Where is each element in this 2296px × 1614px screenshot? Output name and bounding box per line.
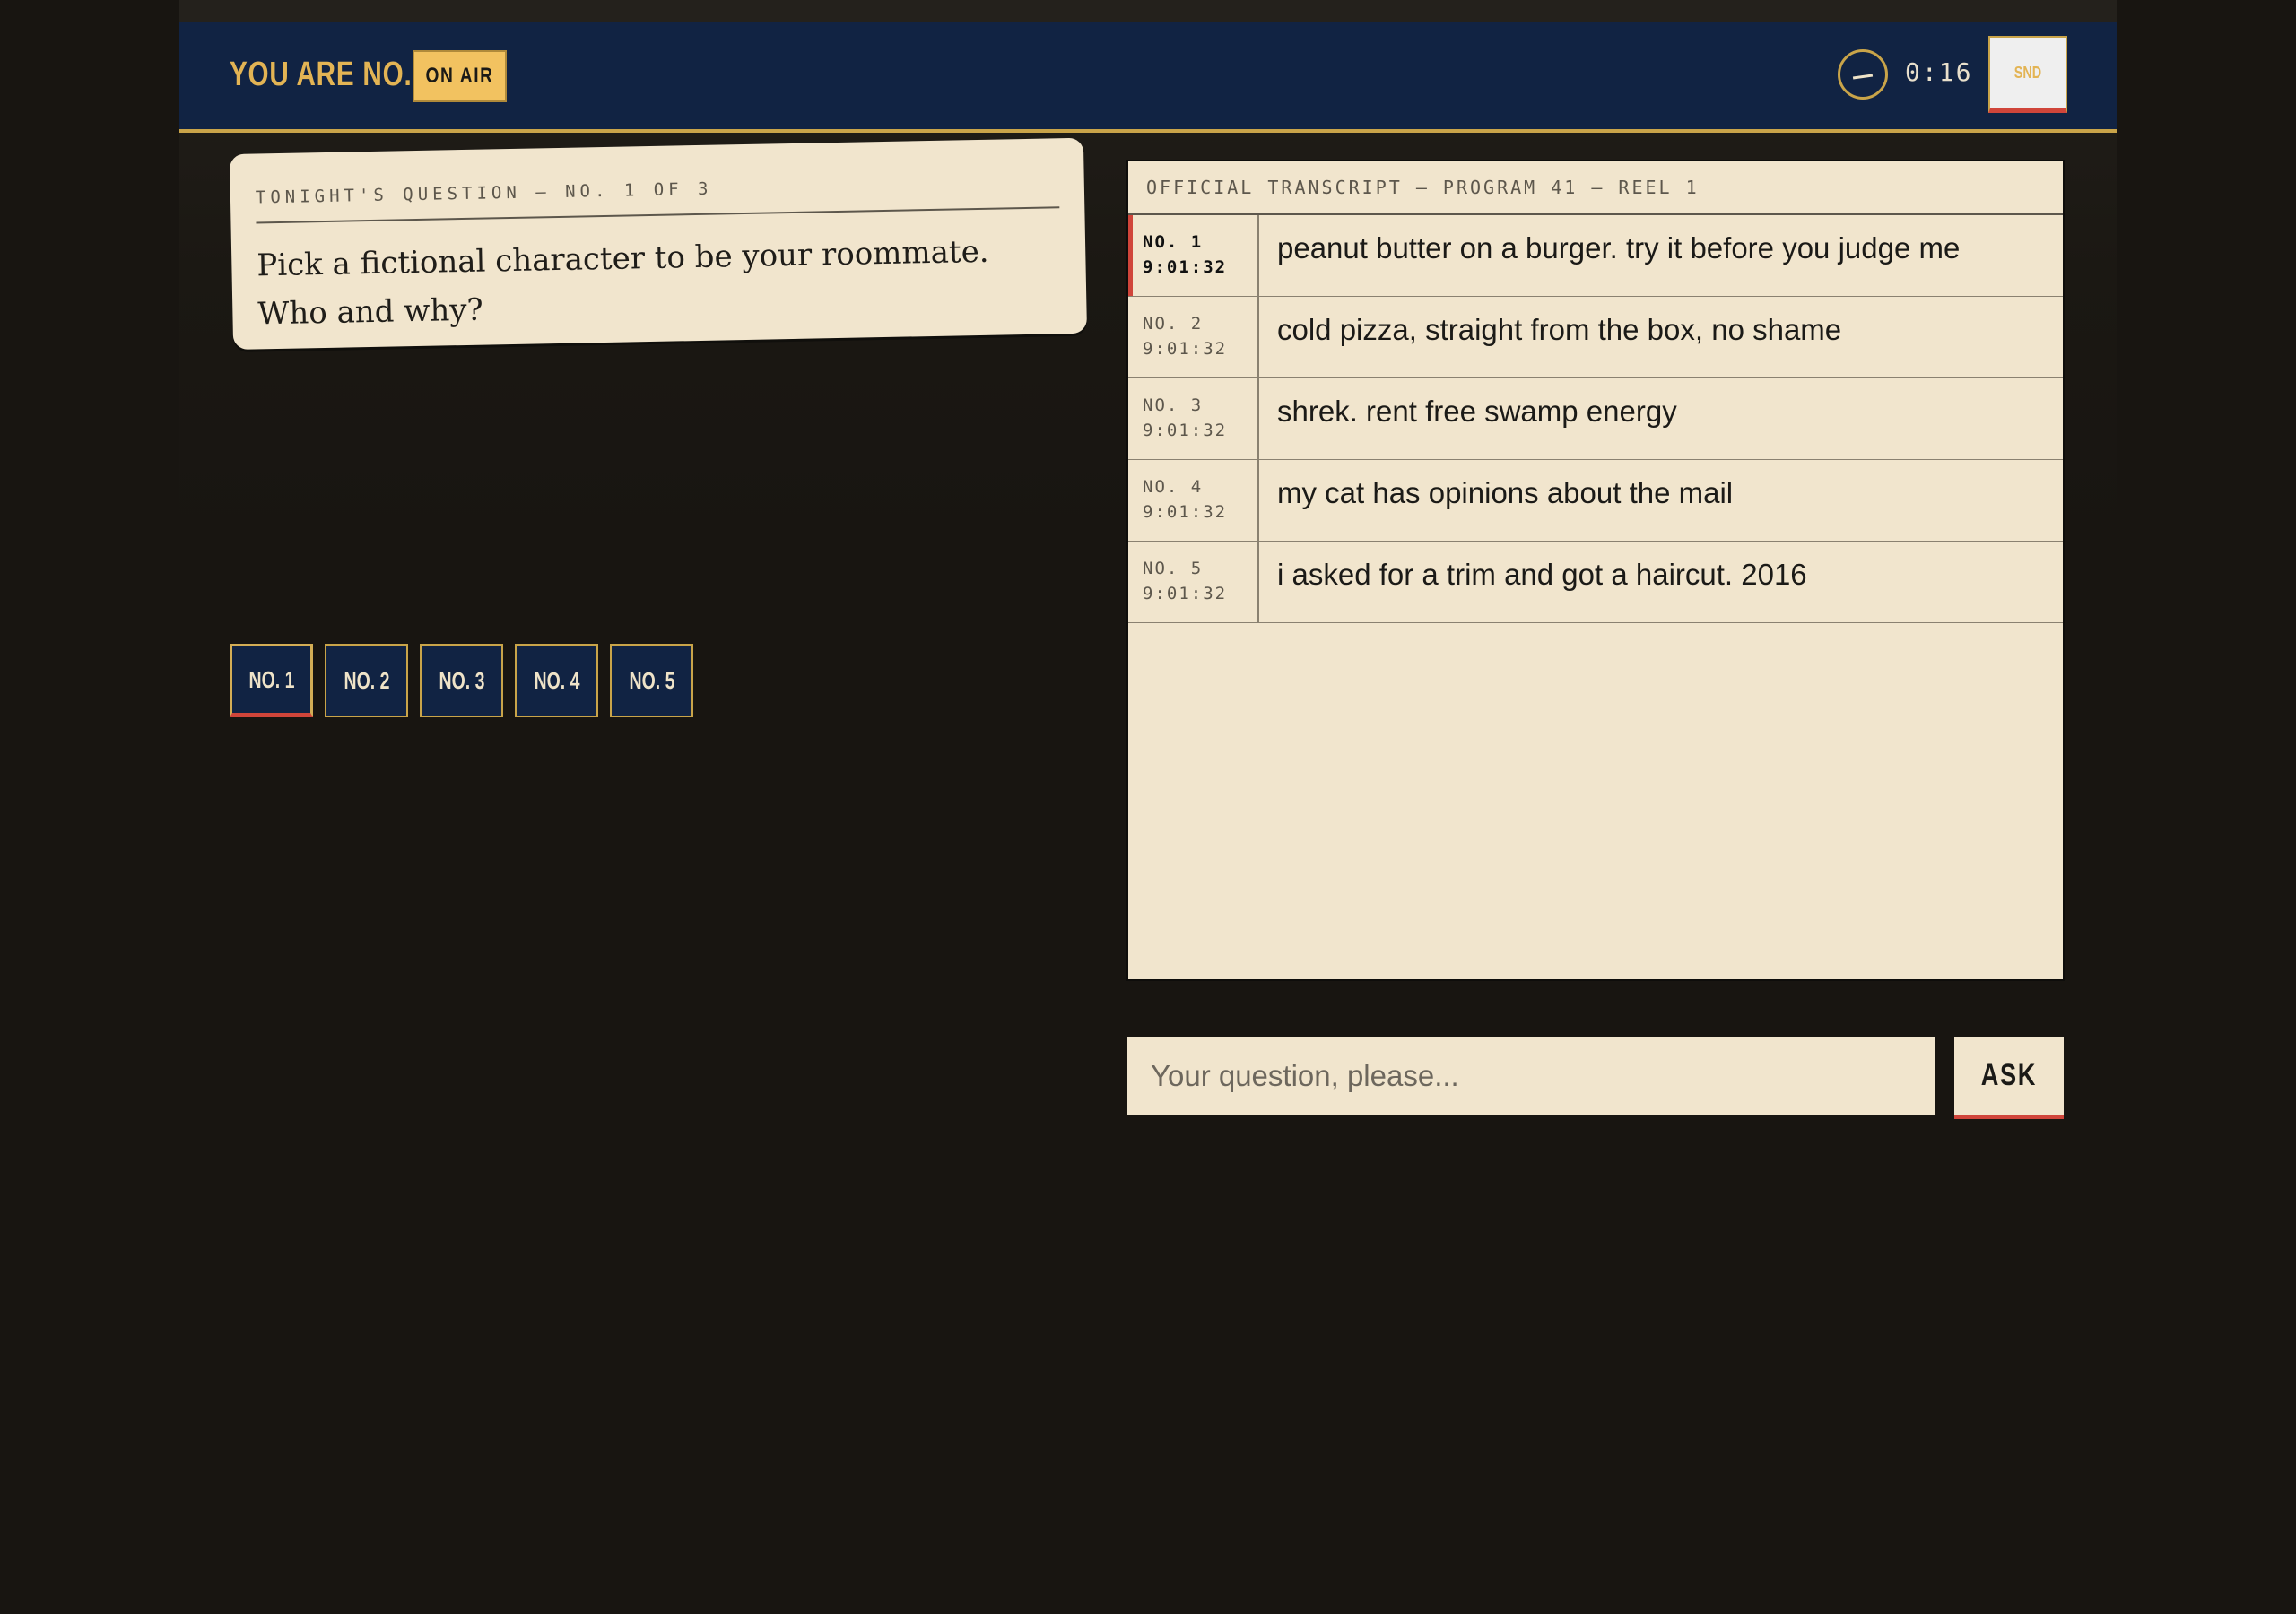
on-air-badge: ON AIR xyxy=(413,50,507,102)
player-label: YOU ARE NO. 1 xyxy=(230,56,436,93)
question-divider xyxy=(256,206,1060,224)
player-button-label: NO. 1 xyxy=(248,665,294,693)
transcript-message: cold pizza, straight from the box, no sh… xyxy=(1277,313,1842,346)
transcript-message: shrek. rent free swamp energy xyxy=(1277,395,1677,428)
question-input[interactable] xyxy=(1127,1037,1935,1115)
question-card: TONIGHT'S QUESTION — NO. 1 OF 3 Pick a f… xyxy=(230,137,1088,350)
timer-readout: 0:16 xyxy=(1905,57,1973,87)
ask-button-label: ASK xyxy=(1980,1058,2038,1092)
transcript-meta: NO. 2 9:01:32 xyxy=(1128,297,1259,377)
player-button-5[interactable]: NO. 5 xyxy=(610,644,693,717)
transcript-panel: OFFICIAL TRANSCRIPT — PROGRAM 41 — REEL … xyxy=(1126,160,2065,981)
transcript-row: NO. 4 9:01:32 my cat has opinions about … xyxy=(1128,460,2063,542)
player-button-1[interactable]: NO. 1 xyxy=(230,644,313,717)
player-button-3[interactable]: NO. 3 xyxy=(420,644,503,717)
transcript-time: 9:01:32 xyxy=(1143,339,1228,359)
transcript-time: 9:01:32 xyxy=(1143,421,1228,440)
header-bar: YOU ARE NO. 1 ON AIR 0:16 SND xyxy=(179,22,2117,133)
transcript-row: NO. 2 9:01:32 cold pizza, straight from … xyxy=(1128,297,2063,378)
transcript-row: NO. 5 9:01:32 i asked for a trim and got… xyxy=(1128,542,2063,623)
transcript-player: NO. 3 xyxy=(1143,395,1204,415)
transcript-title: OFFICIAL TRANSCRIPT — PROGRAM 41 — REEL … xyxy=(1128,161,2063,215)
game-stage: YOU ARE NO. 1 ON AIR 0:16 SND TONIGHT'S … xyxy=(179,0,2117,1614)
transcript-meta: NO. 5 9:01:32 xyxy=(1128,542,1259,622)
transcript-meta: NO. 1 9:01:32 xyxy=(1128,215,1259,296)
transcript-message: my cat has opinions about the mail xyxy=(1277,476,1734,509)
player-button-2[interactable]: NO. 2 xyxy=(325,644,408,717)
transcript-player: NO. 4 xyxy=(1143,477,1204,497)
player-button-4[interactable]: NO. 4 xyxy=(515,644,598,717)
transcript-message: i asked for a trim and got a haircut. 20… xyxy=(1277,558,1807,591)
sound-toggle-button[interactable]: SND xyxy=(1988,36,2067,113)
sound-toggle-label: SND xyxy=(2013,64,2042,82)
player-selector: NO. 1 NO. 2 NO. 3 NO. 4 NO. 5 xyxy=(230,644,693,717)
transcript-player: NO. 1 xyxy=(1143,232,1204,252)
transcript-row: NO. 3 9:01:32 shrek. rent free swamp ene… xyxy=(1128,378,2063,460)
timer-icon xyxy=(1838,49,1888,100)
question-text: Pick a fictional character to be your ro… xyxy=(257,233,989,333)
question-label: TONIGHT'S QUESTION — NO. 1 OF 3 xyxy=(255,178,713,208)
transcript-row: NO. 1 9:01:32 peanut butter on a burger.… xyxy=(1128,215,2063,297)
player-button-label: NO. 4 xyxy=(534,666,579,694)
transcript-time: 9:01:32 xyxy=(1143,502,1228,522)
transcript-player: NO. 5 xyxy=(1143,559,1204,578)
ask-button[interactable]: ASK xyxy=(1954,1037,2064,1119)
transcript-meta: NO. 4 9:01:32 xyxy=(1128,460,1259,541)
transcript-message: peanut butter on a burger. try it before… xyxy=(1277,231,1961,265)
player-button-label: NO. 3 xyxy=(439,666,484,694)
transcript-time: 9:01:32 xyxy=(1143,257,1228,277)
top-band xyxy=(179,0,2117,22)
player-button-label: NO. 5 xyxy=(629,666,674,694)
player-button-label: NO. 2 xyxy=(344,666,389,694)
on-air-badge-label: ON AIR xyxy=(425,64,494,88)
transcript-time: 9:01:32 xyxy=(1143,584,1228,603)
transcript-meta: NO. 3 9:01:32 xyxy=(1128,378,1259,459)
transcript-player: NO. 2 xyxy=(1143,314,1204,334)
